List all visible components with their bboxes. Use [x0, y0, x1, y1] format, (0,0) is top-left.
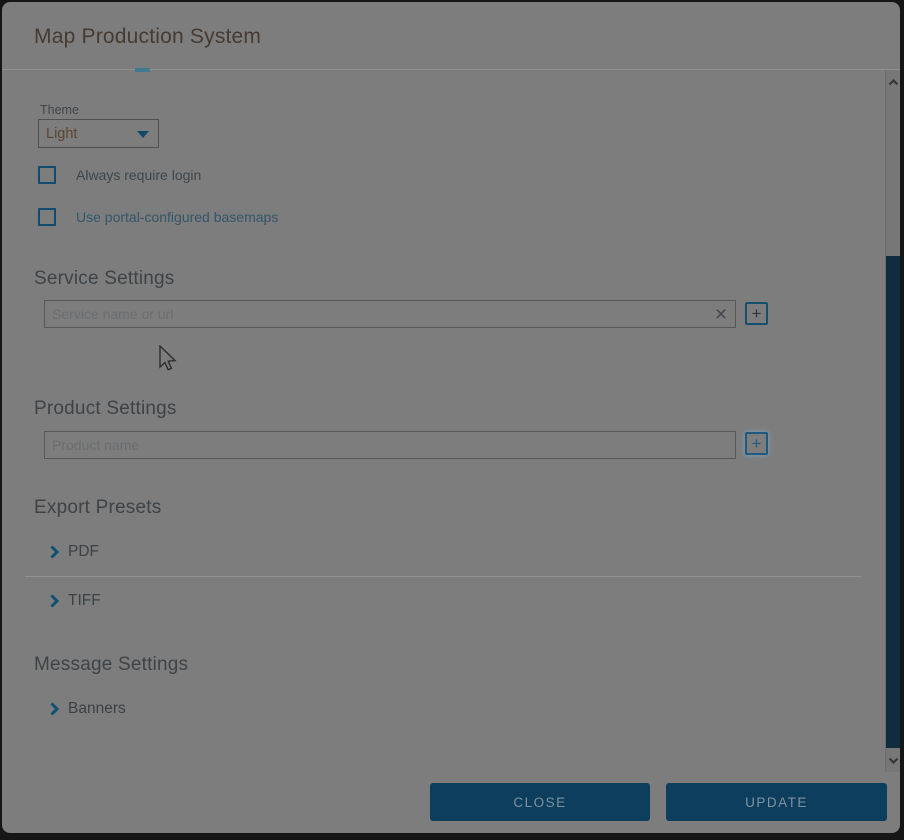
scroll-up-icon[interactable]	[886, 73, 900, 91]
export-preset-tiff-label: TIFF	[68, 592, 101, 610]
dialog-header: Map Production System	[2, 2, 900, 70]
theme-selected-value: Light	[46, 126, 77, 142]
dialog-title: Map Production System	[34, 25, 261, 49]
product-settings-heading: Product Settings	[34, 398, 177, 420]
vertical-scrollbar[interactable]	[885, 70, 900, 772]
scroll-down-icon[interactable]	[886, 751, 900, 769]
portal-basemaps-label: Use portal-configured basemaps	[76, 209, 278, 225]
product-name-input[interactable]	[44, 431, 736, 459]
export-preset-pdf-label: PDF	[68, 543, 99, 561]
theme-select[interactable]: Light	[38, 119, 159, 148]
export-presets-heading: Export Presets	[34, 497, 161, 519]
add-service-button[interactable]: +	[745, 302, 768, 325]
close-button[interactable]: CLOSE	[430, 783, 650, 821]
chevron-right-icon	[50, 702, 59, 716]
export-preset-tiff-toggle[interactable]: TIFF	[50, 590, 101, 612]
update-button[interactable]: UPDATE	[666, 783, 887, 821]
banners-toggle[interactable]: Banners	[50, 698, 126, 720]
portal-basemaps-checkbox[interactable]	[38, 208, 56, 226]
mouse-cursor-icon	[158, 345, 178, 375]
scrollbar-thumb[interactable]	[886, 256, 900, 748]
service-name-input[interactable]	[44, 300, 736, 328]
plus-icon: +	[752, 435, 762, 452]
chevron-right-icon	[50, 545, 59, 559]
banners-label: Banners	[68, 700, 126, 718]
scrolled-content-fragment	[135, 68, 150, 72]
app-screen: Map Production System Theme Light Always…	[0, 0, 904, 840]
add-product-button[interactable]: +	[745, 432, 768, 455]
always-require-login-checkbox[interactable]	[38, 166, 56, 184]
plus-icon: +	[752, 305, 762, 322]
map-production-dialog: Map Production System Theme Light Always…	[2, 2, 900, 833]
chevron-down-icon	[137, 131, 149, 138]
theme-label: Theme	[40, 103, 79, 117]
clear-icon[interactable]: ×	[708, 301, 734, 327]
export-preset-pdf-toggle[interactable]: PDF	[50, 541, 99, 563]
service-settings-heading: Service Settings	[34, 268, 175, 290]
message-settings-heading: Message Settings	[34, 654, 188, 676]
chevron-right-icon	[50, 594, 59, 608]
always-require-login-label: Always require login	[76, 167, 201, 183]
export-presets-divider	[25, 576, 861, 577]
